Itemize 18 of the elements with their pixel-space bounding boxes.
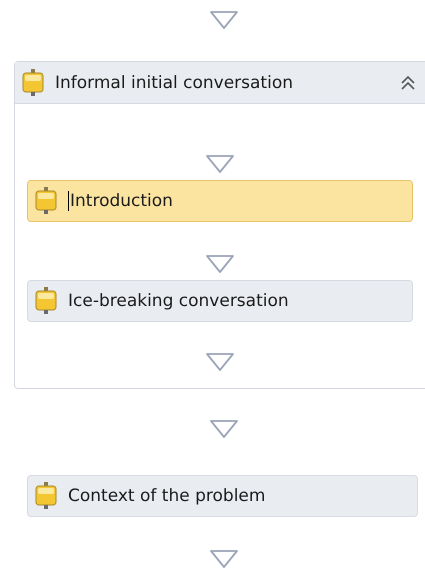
connector-arrow-icon — [205, 352, 235, 372]
connector-arrow-icon — [205, 154, 235, 174]
connector-arrow-icon — [205, 254, 235, 274]
collapse-icon[interactable] — [399, 74, 417, 92]
activity-label: Introduction — [68, 191, 173, 212]
activity-icon — [21, 68, 45, 98]
sequence-header[interactable]: Informal initial conversation — [15, 62, 425, 104]
connector-arrow-icon — [208, 10, 238, 30]
activity[interactable]: Ice-breaking conversation — [27, 280, 413, 322]
activity-icon — [34, 480, 58, 511]
activity[interactable]: Introduction — [27, 180, 413, 222]
activity-icon — [34, 186, 58, 216]
activity-label: Ice-breaking conversation — [68, 291, 289, 312]
activity-label: Context of the problem — [68, 486, 266, 506]
sequence-title: Informal initial conversation — [55, 72, 294, 93]
connector-arrow-icon — [208, 419, 238, 440]
activity[interactable]: Context of the problem — [27, 474, 418, 517]
activity-icon — [34, 286, 58, 316]
